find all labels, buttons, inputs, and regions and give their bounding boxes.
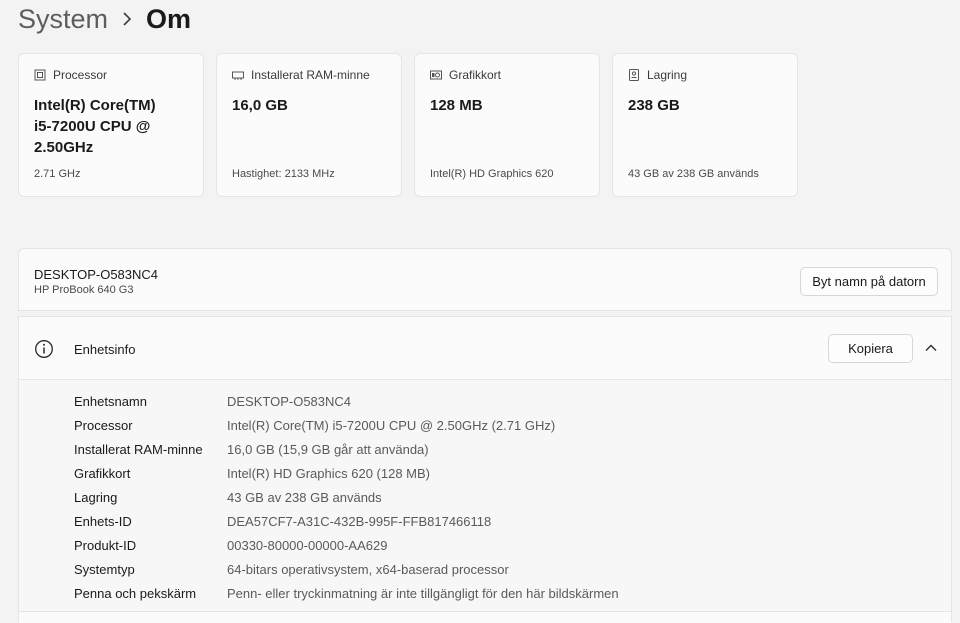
device-info-section: Enhetsinfo Kopiera Enhetsnamn DESKTOP-O5… [18,316,952,623]
spec-label: Penna och pekskärm [74,585,197,601]
card-value: Intel(R) Core(TM) i5-7200U CPU @ 2.50GHz [34,95,189,158]
spec-value: Penn- eller tryckinmatning är inte tillg… [227,585,619,601]
device-name: DESKTOP-O583NC4 [34,267,159,282]
spec-row: Systemtyp 64-bitars operativsystem, x64-… [74,557,619,581]
breadcrumb-system-link[interactable]: System [18,4,108,35]
spec-row: Installerat RAM-minne 16,0 GB (15,9 GB g… [74,437,619,461]
spec-value: 64-bitars operativsystem, x64-baserad pr… [227,561,509,577]
spec-value[interactable]: DEA57CF7-A31C-432B-995F-FFB817466118 [227,514,491,529]
graphics-card: Grafikkort 128 MB Intel(R) HD Graphics 6… [414,53,600,197]
spec-value: Intel(R) Core(TM) i5-7200U CPU @ 2.50GHz… [227,417,556,433]
card-subtext: 2.71 GHz [34,168,81,180]
device-spec-list: Enhetsnamn DESKTOP-O583NC4 Processor Int… [74,389,619,605]
spec-label: Processor [74,417,133,433]
processor-card: Processor Intel(R) Core(TM) i5-7200U CPU … [18,53,204,197]
storage-card: Lagring 238 GB 43 GB av 238 GB används [612,53,798,197]
summary-cards: Processor Intel(R) Core(TM) i5-7200U CPU … [18,53,798,197]
ram-icon [232,71,244,80]
processor-value-line: Intel(R) Core(TM) [34,97,156,114]
rename-pc-button[interactable]: Byt namn på datorn [800,267,938,296]
chevron-up-icon[interactable] [924,341,938,355]
processor-icon [34,69,46,81]
card-subtext: 43 GB av 238 GB används [628,168,759,180]
next-section-edge [19,612,951,623]
spec-label: Lagring [74,489,118,505]
spec-label: Enhetsnamn [74,393,147,409]
device-model: HP ProBook 640 G3 [34,284,134,296]
breadcrumb: System Om [18,2,191,36]
card-subtext: Hastighet: 2133 MHz [232,168,335,180]
card-value: 238 GB [628,97,680,114]
spec-value[interactable]: 00330-80000-00000-AA629 [227,538,387,553]
storage-icon [629,69,639,81]
device-info-title: Enhetsinfo [74,342,136,357]
card-value: 16,0 GB [232,97,288,114]
spec-row: Enhetsnamn DESKTOP-O583NC4 [74,389,619,413]
spec-row: Grafikkort Intel(R) HD Graphics 620 (128… [74,461,619,485]
spec-row: Enhets-ID DEA57CF7-A31C-432B-995F-FFB817… [74,509,619,533]
device-info-header[interactable]: Enhetsinfo Kopiera [19,317,951,380]
spec-row: Processor Intel(R) Core(TM) i5-7200U CPU… [74,413,619,437]
spec-row: Produkt-ID 00330-80000-00000-AA629 [74,533,619,557]
spec-value: 16,0 GB (15,9 GB går att använda) [227,441,429,457]
processor-value-line: i5-7200U CPU @ [34,118,151,135]
processor-value-line: 2.50GHz [34,139,94,156]
card-value: 128 MB [430,97,483,114]
copy-button[interactable]: Kopiera [828,334,913,363]
info-icon [35,340,53,358]
spec-value: DESKTOP-O583NC4 [227,393,352,409]
spec-row: Penna och pekskärm Penn- eller tryckinma… [74,581,619,605]
spec-label: Produkt-ID [74,537,137,553]
spec-label: Installerat RAM-minne [74,441,203,457]
card-title: Lagring [647,68,688,82]
spec-label: Enhets-ID [74,513,132,529]
spec-value: 43 GB av 238 GB används [227,489,382,505]
card-title: Grafikkort [449,68,502,82]
spec-label: Grafikkort [74,465,131,481]
graphics-card-icon [430,70,442,80]
card-title: Processor [53,68,108,82]
ram-card: Installerat RAM-minne 16,0 GB Hastighet:… [216,53,402,197]
spec-value: Intel(R) HD Graphics 620 (128 MB) [227,465,431,481]
spec-label: Systemtyp [74,561,135,577]
card-title: Installerat RAM-minne [251,68,370,82]
card-subtext: Intel(R) HD Graphics 620 [430,168,554,180]
page-title: Om [146,3,192,34]
spec-row: Lagring 43 GB av 238 GB används [74,485,619,509]
device-name-row: DESKTOP-O583NC4 HP ProBook 640 G3 Byt na… [18,248,952,311]
chevron-right-icon [123,12,132,26]
